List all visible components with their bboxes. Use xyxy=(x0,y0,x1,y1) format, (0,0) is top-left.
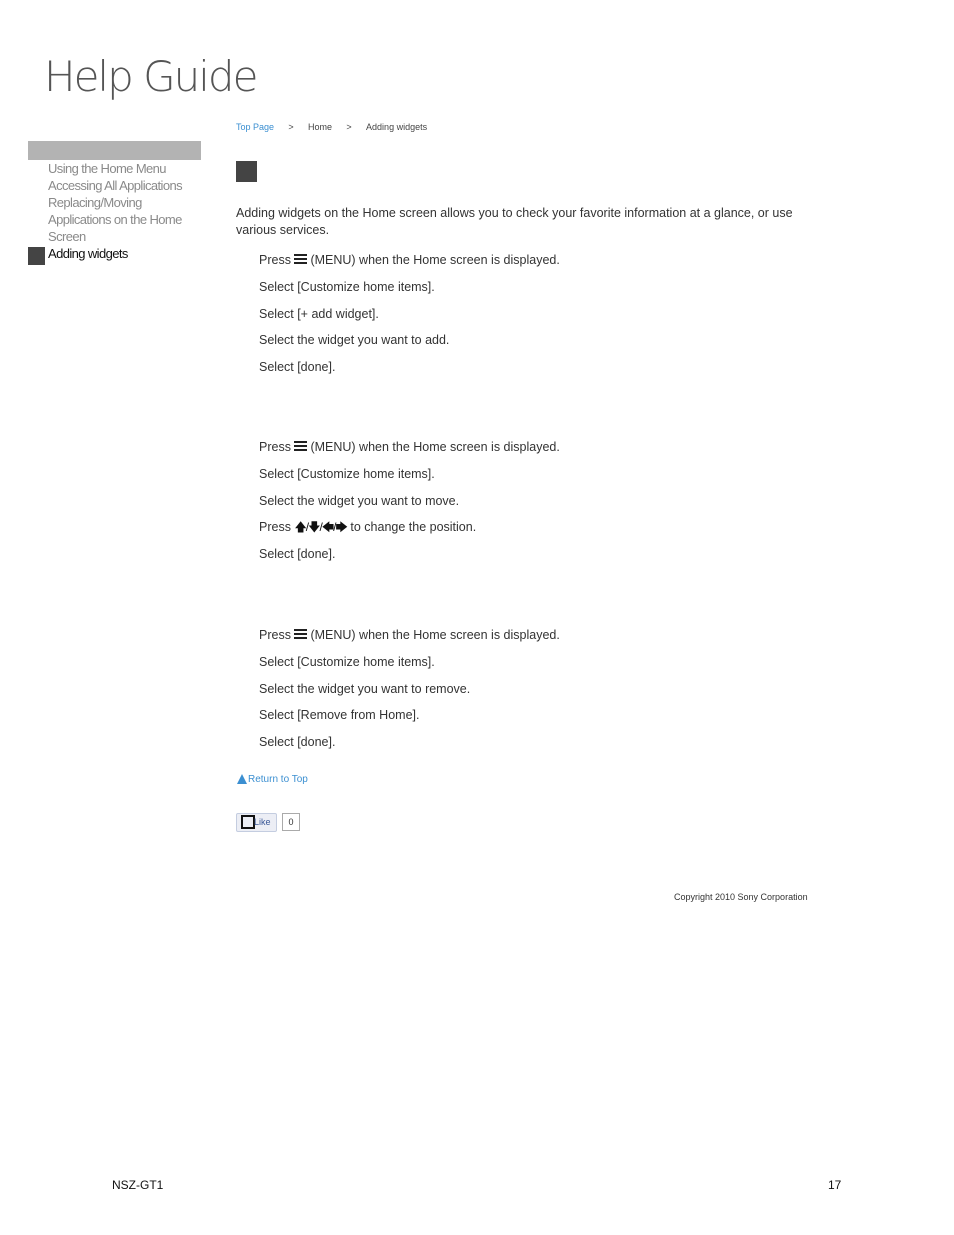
sidebar-item-using-home-menu[interactable]: Using the Home Menu xyxy=(48,160,198,177)
breadcrumb-separator: > xyxy=(346,122,352,132)
step-item: Select [Customize home items]. xyxy=(259,466,435,481)
breadcrumb-top-page-link[interactable]: Top Page xyxy=(236,122,274,132)
breadcrumb-current: Adding widgets xyxy=(366,122,428,132)
breadcrumb: Top Page > Home > Adding widgets xyxy=(236,122,427,132)
page-title: Help Guide xyxy=(44,52,258,101)
footer-page-number: 17 xyxy=(828,1178,842,1192)
step-item: Select [Customize home items]. xyxy=(259,654,435,669)
move-steps: Press (MENU) when the Home screen is dis… xyxy=(259,439,560,573)
step-item: Select the widget you want to remove. xyxy=(259,681,471,696)
footer-model: NSZ-GT1 xyxy=(112,1178,164,1192)
sidebar-nav: Using the Home Menu Accessing All Applic… xyxy=(48,160,198,262)
like-button[interactable]: Like xyxy=(236,813,277,832)
step-item: Select [+ add widget]. xyxy=(259,306,379,321)
menu-icon xyxy=(294,629,308,640)
return-to-top-link[interactable]: Return to Top xyxy=(237,774,308,785)
step-item: Select [done]. xyxy=(259,735,336,750)
triangle-up-icon xyxy=(237,774,247,784)
like-count: 0 xyxy=(282,813,300,831)
menu-icon xyxy=(294,254,308,265)
step-item: Select the widget you want to move. xyxy=(259,493,460,508)
step-item: Press (MENU) when the Home screen is dis… xyxy=(259,253,560,267)
arrow-icons: 🡅/🡇/🡄/🡆 xyxy=(294,520,347,535)
sidebar-item-adding-widgets[interactable]: Adding widgets xyxy=(48,245,198,262)
sidebar-header-bar xyxy=(28,141,201,160)
step-item: Select [done]. xyxy=(259,360,336,375)
copyright: Copyright 2010 Sony Corporation xyxy=(674,892,808,902)
sidebar-item-replacing-moving[interactable]: Replacing/Moving xyxy=(48,194,198,211)
add-steps: Press (MENU) when the Home screen is dis… xyxy=(259,252,560,386)
active-item-marker xyxy=(28,247,45,265)
intro-text: Adding widgets on the Home screen allows… xyxy=(236,206,793,237)
sidebar-item-accessing-apps[interactable]: Accessing All Applications xyxy=(48,177,198,194)
step-item: Select [Customize home items]. xyxy=(259,279,435,294)
like-icon xyxy=(241,815,255,829)
step-item: Press (MENU) when the Home screen is dis… xyxy=(259,440,560,454)
step-item: Select the widget you want to add. xyxy=(259,333,450,348)
step-item: Select [done]. xyxy=(259,547,336,562)
breadcrumb-home[interactable]: Home xyxy=(308,122,332,132)
menu-icon xyxy=(294,441,308,452)
remove-steps: Press (MENU) when the Home screen is dis… xyxy=(259,627,560,761)
heading-marker xyxy=(236,161,257,182)
sidebar-item-replacing-moving-2[interactable]: Applications on the Home xyxy=(48,211,198,228)
step-item: Press (MENU) when the Home screen is dis… xyxy=(259,628,560,642)
step-item: Press 🡅/🡇/🡄/🡆 to change the position. xyxy=(259,520,477,535)
breadcrumb-separator: > xyxy=(288,122,294,132)
sidebar-item-replacing-moving-3[interactable]: Screen xyxy=(48,228,198,245)
step-item: Select [Remove from Home]. xyxy=(259,708,420,723)
